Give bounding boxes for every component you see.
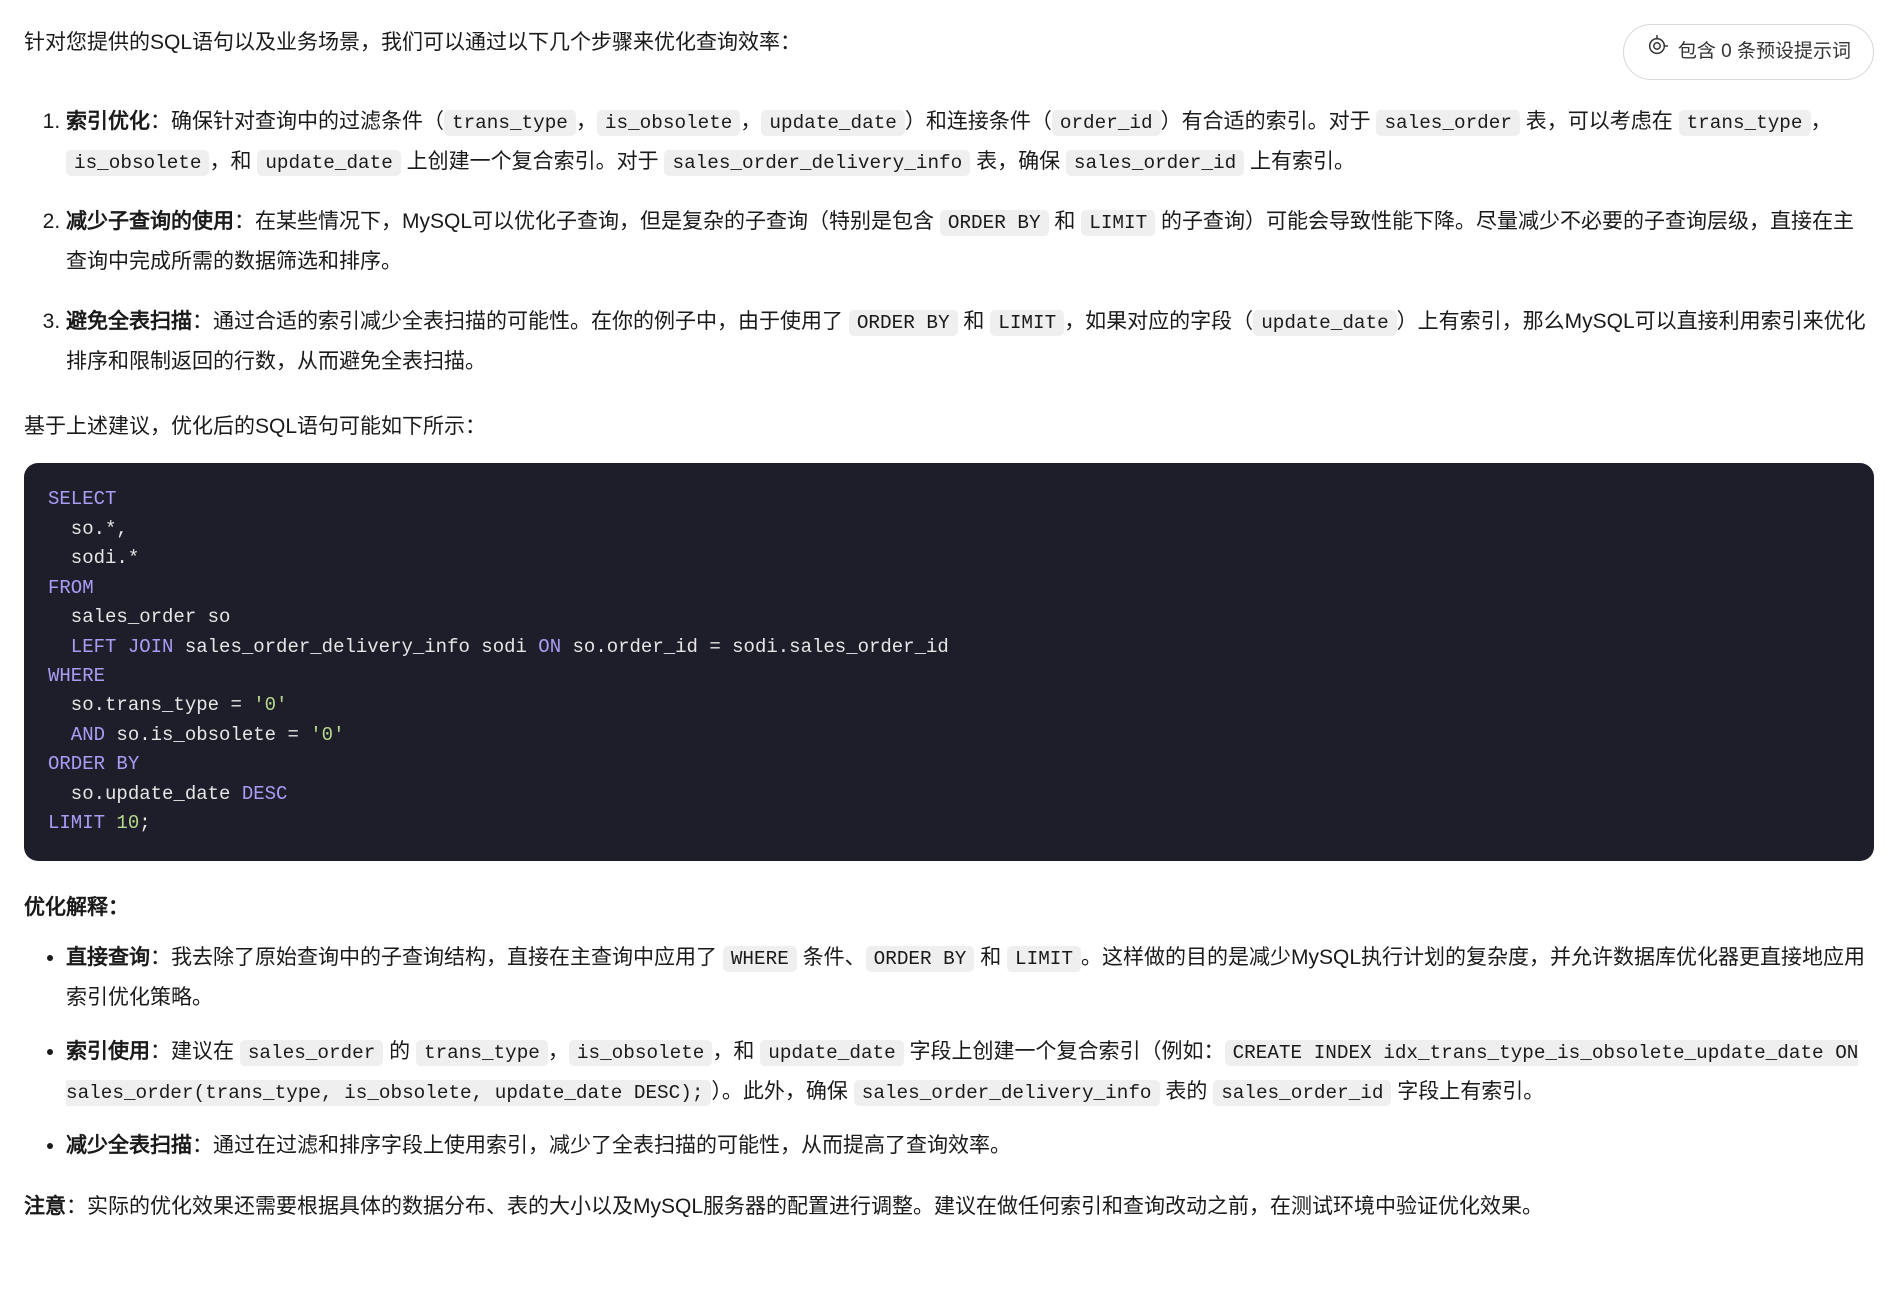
list-item: 索引优化：确保针对查询中的过滤条件（trans_type，is_obsolete… (66, 102, 1874, 182)
explanation-list: 直接查询：我去除了原始查询中的子查询结构，直接在主查询中应用了 WHERE 条件… (24, 938, 1874, 1165)
list-item: 减少全表扫描：通过在过滤和排序字段上使用索引，减少了全表扫描的可能性，从而提高了… (66, 1126, 1874, 1166)
list-item: 减少子查询的使用：在某些情况下，MySQL可以优化子查询，但是复杂的子查询（特别… (66, 202, 1874, 282)
list-item: 直接查询：我去除了原始查询中的子查询结构，直接在主查询中应用了 WHERE 条件… (66, 938, 1874, 1018)
list-item: 避免全表扫描：通过合适的索引减少全表扫描的可能性。在你的例子中，由于使用了 OR… (66, 302, 1874, 382)
sql-code-block[interactable]: SELECT so.*, sodi.* FROM sales_order so … (24, 463, 1874, 860)
pill-label: 包含 0 条预设提示词 (1678, 35, 1851, 69)
note-paragraph: 注意：实际的优化效果还需要根据具体的数据分布、表的大小以及MySQL服务器的配置… (24, 1188, 1874, 1226)
optimization-explain-title: 优化解释： (24, 889, 1874, 927)
based-on-text: 基于上述建议，优化后的SQL语句可能如下所示： (24, 408, 1874, 446)
optimization-steps-list: 索引优化：确保针对查询中的过滤条件（trans_type，is_obsolete… (24, 102, 1874, 381)
intro-text: 针对您提供的SQL语句以及业务场景，我们可以通过以下几个步骤来优化查询效率： (24, 24, 1599, 62)
target-icon (1646, 35, 1668, 69)
preset-prompts-pill[interactable]: 包含 0 条预设提示词 (1623, 24, 1874, 80)
list-item: 索引使用：建议在 sales_order 的 trans_type，is_obs… (66, 1032, 1874, 1112)
